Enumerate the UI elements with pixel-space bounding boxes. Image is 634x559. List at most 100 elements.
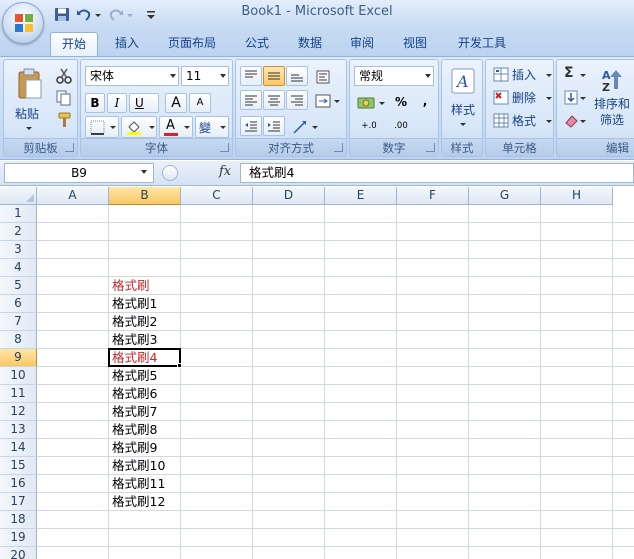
- align-bottom-button[interactable]: [286, 66, 308, 86]
- tab-review[interactable]: 审阅: [338, 32, 386, 56]
- cell-b17[interactable]: 格式刷12: [109, 493, 181, 511]
- percent-button[interactable]: %: [390, 92, 412, 112]
- cell-b8[interactable]: 格式刷3: [109, 331, 181, 349]
- orientation-button[interactable]: [312, 66, 334, 86]
- column-header-g[interactable]: G: [469, 187, 541, 205]
- row-header-19[interactable]: 19: [0, 529, 37, 547]
- row-header-8[interactable]: 8: [0, 331, 37, 349]
- insert-cells-button[interactable]: 插入: [490, 64, 552, 84]
- column-header-f[interactable]: F: [397, 187, 469, 205]
- alignment-launcher-icon[interactable]: [334, 143, 343, 152]
- cell-b10[interactable]: 格式刷5: [109, 367, 181, 385]
- format-painter-icon[interactable]: [56, 112, 72, 128]
- row-header-2[interactable]: 2: [0, 223, 37, 241]
- row-header-3[interactable]: 3: [0, 241, 37, 259]
- paste-button[interactable]: 粘贴: [10, 64, 50, 136]
- tab-page-layout[interactable]: 页面布局: [160, 32, 224, 56]
- tab-formulas[interactable]: 公式: [232, 32, 282, 56]
- row-header-16[interactable]: 16: [0, 475, 37, 493]
- align-top-button[interactable]: [240, 66, 262, 86]
- row-header-12[interactable]: 12: [0, 403, 37, 421]
- borders-button[interactable]: [85, 116, 119, 138]
- cell-b5[interactable]: 格式刷: [109, 277, 181, 295]
- text-orientation-button[interactable]: [288, 116, 322, 136]
- row-header-18[interactable]: 18: [0, 511, 37, 529]
- increase-indent-button[interactable]: [263, 116, 285, 136]
- row-header-15[interactable]: 15: [0, 457, 37, 475]
- row-header-6[interactable]: 6: [0, 295, 37, 313]
- column-header-a[interactable]: A: [37, 187, 109, 205]
- number-format-select[interactable]: 常规: [354, 66, 434, 86]
- increase-decimal-button[interactable]: +.0: [354, 116, 384, 136]
- cell-b15[interactable]: 格式刷10: [109, 457, 181, 475]
- styles-button[interactable]: A 样式: [444, 64, 480, 136]
- cell-b7[interactable]: 格式刷2: [109, 313, 181, 331]
- bold-button[interactable]: B: [85, 93, 105, 113]
- fill-handle[interactable]: [177, 363, 182, 368]
- align-right-button[interactable]: [286, 90, 308, 110]
- tab-view[interactable]: 视图: [390, 32, 440, 56]
- shrink-font-button[interactable]: A: [189, 93, 211, 113]
- clear-button[interactable]: [561, 110, 587, 130]
- font-color-button[interactable]: A: [159, 116, 193, 138]
- tab-insert[interactable]: 插入: [104, 32, 150, 56]
- row-header-5[interactable]: 5: [0, 277, 37, 295]
- row-header-10[interactable]: 10: [0, 367, 37, 385]
- grow-font-button[interactable]: A: [165, 93, 187, 113]
- italic-button[interactable]: I: [107, 93, 127, 113]
- font-launcher-icon[interactable]: [220, 143, 229, 152]
- cell-b6[interactable]: 格式刷1: [109, 295, 181, 313]
- row-header-20[interactable]: 20: [0, 547, 37, 559]
- comma-button[interactable]: ,: [414, 92, 436, 112]
- tab-data[interactable]: 数据: [286, 32, 334, 56]
- fill-color-button[interactable]: [121, 116, 157, 138]
- row-header-17[interactable]: 17: [0, 493, 37, 511]
- cut-icon[interactable]: [56, 68, 72, 84]
- column-header-d[interactable]: D: [253, 187, 325, 205]
- fill-button[interactable]: [561, 87, 587, 107]
- cell-b14[interactable]: 格式刷9: [109, 439, 181, 457]
- decrease-indent-button[interactable]: [240, 116, 262, 136]
- select-all-button[interactable]: [0, 187, 37, 205]
- align-center-button[interactable]: [263, 90, 285, 110]
- align-left-button[interactable]: [240, 90, 262, 110]
- row-header-7[interactable]: 7: [0, 313, 37, 331]
- formula-input[interactable]: 格式刷4: [240, 163, 634, 183]
- autosum-button[interactable]: Σ: [561, 64, 587, 84]
- office-button[interactable]: [2, 2, 44, 44]
- tab-home[interactable]: 开始: [50, 32, 98, 56]
- underline-button[interactable]: U: [129, 93, 159, 113]
- tab-developer[interactable]: 开发工具: [446, 32, 518, 56]
- align-middle-button[interactable]: [263, 66, 285, 86]
- name-box[interactable]: B9: [4, 163, 154, 183]
- column-header-c[interactable]: C: [181, 187, 253, 205]
- formula-bar-expand-icon[interactable]: [162, 165, 178, 181]
- row-header-14[interactable]: 14: [0, 439, 37, 457]
- insert-function-icon[interactable]: fx: [219, 164, 231, 179]
- delete-cells-button[interactable]: 删除: [490, 87, 552, 107]
- row-header-13[interactable]: 13: [0, 421, 37, 439]
- worksheet-grid[interactable]: A B C D E F G H 1 2 3 4 5 6 7 8 9 10 11 12 13 14 15 16 17 18 19 20 格…: [0, 187, 634, 559]
- name-box-dropdown-icon[interactable]: [141, 170, 147, 174]
- column-header-e[interactable]: E: [325, 187, 397, 205]
- format-cells-button[interactable]: 格式: [490, 110, 552, 130]
- cell-b11[interactable]: 格式刷6: [109, 385, 181, 403]
- row-header-1[interactable]: 1: [0, 205, 37, 223]
- decrease-decimal-button[interactable]: .00: [386, 116, 416, 136]
- cell-b16[interactable]: 格式刷11: [109, 475, 181, 493]
- row-header-4[interactable]: 4: [0, 259, 37, 277]
- copy-icon[interactable]: [56, 90, 72, 106]
- accounting-format-button[interactable]: [354, 92, 388, 112]
- font-name-select[interactable]: 宋体: [85, 66, 179, 86]
- phonetic-button[interactable]: 變: [195, 116, 229, 138]
- row-header-11[interactable]: 11: [0, 385, 37, 403]
- merge-center-button[interactable]: [312, 90, 342, 110]
- sort-filter-button[interactable]: A Z 排序和 筛选: [591, 64, 634, 136]
- column-header-b[interactable]: B: [109, 187, 181, 205]
- column-header-h[interactable]: H: [541, 187, 613, 205]
- row-header-9[interactable]: 9: [0, 349, 37, 367]
- cell-b12[interactable]: 格式刷7: [109, 403, 181, 421]
- font-size-select[interactable]: 11: [181, 66, 229, 86]
- number-launcher-icon[interactable]: [426, 143, 435, 152]
- clipboard-launcher-icon[interactable]: [65, 143, 74, 152]
